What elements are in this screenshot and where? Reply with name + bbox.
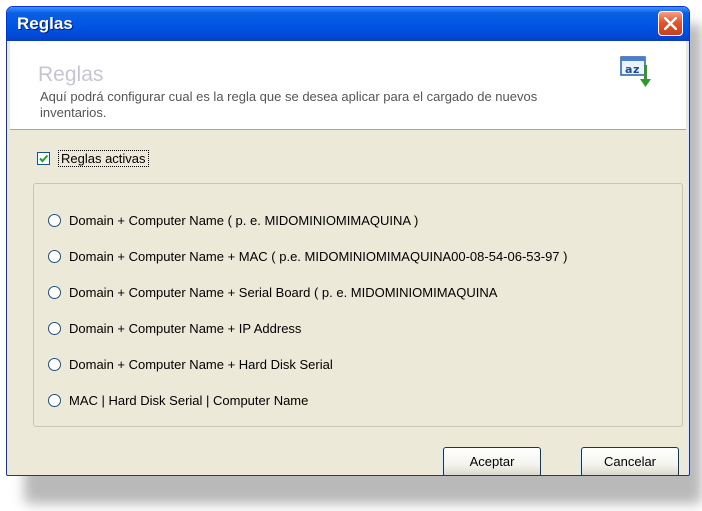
rule-option-1[interactable]: Domain + Computer Name ( p. e. MIDOMINIO… [48,210,418,230]
rule-radio-2[interactable] [48,249,61,263]
dialog-window: Reglas Reglas Aquí podrá configurar cual… [6,6,690,476]
rule-radio-6[interactable] [48,393,61,407]
active-rules-checkbox-row[interactable]: Reglas activas [37,148,149,168]
rule-option-3[interactable]: Domain + Computer Name + Serial Board ( … [48,282,497,302]
rule-radio-4[interactable] [48,321,61,335]
rules-group: Domain + Computer Name ( p. e. MIDOMINIO… [33,183,683,427]
rule-label-2[interactable]: Domain + Computer Name + MAC ( p.e. MIDO… [69,249,567,264]
rules-icon: a z [620,56,651,87]
title-bar[interactable]: Reglas [7,7,689,41]
checkmark-icon [39,154,49,162]
rule-label-4[interactable]: Domain + Computer Name + IP Address [69,321,301,336]
rule-radio-5[interactable] [48,357,61,371]
rule-option-2[interactable]: Domain + Computer Name + MAC ( p.e. MIDO… [48,246,567,266]
header-title: Reglas [38,63,104,86]
rule-label-6[interactable]: MAC | Hard Disk Serial | Computer Name [69,393,308,408]
rule-radio-3[interactable] [48,285,61,299]
header-panel: Reglas Aquí podrá configurar cual es la … [10,41,686,130]
active-rules-label[interactable]: Reglas activas [58,149,149,167]
rule-option-4[interactable]: Domain + Computer Name + IP Address [48,318,301,338]
svg-text:a: a [625,63,632,76]
accept-button[interactable]: Aceptar [443,447,541,475]
rule-radio-1[interactable] [48,213,61,227]
cancel-button[interactable]: Cancelar [581,447,679,475]
rule-label-5[interactable]: Domain + Computer Name + Hard Disk Seria… [69,357,333,372]
window-title: Reglas [17,14,73,33]
svg-text:z: z [633,63,639,76]
rule-label-3[interactable]: Domain + Computer Name + Serial Board ( … [69,285,497,300]
rule-option-6[interactable]: MAC | Hard Disk Serial | Computer Name [48,390,308,410]
rule-option-5[interactable]: Domain + Computer Name + Hard Disk Seria… [48,354,333,374]
close-button[interactable] [658,11,683,36]
active-rules-checkbox[interactable] [37,151,50,165]
rule-label-1[interactable]: Domain + Computer Name ( p. e. MIDOMINIO… [69,213,418,228]
close-icon [664,17,677,30]
header-description: Aquí podrá configurar cual es la regla q… [40,89,538,120]
